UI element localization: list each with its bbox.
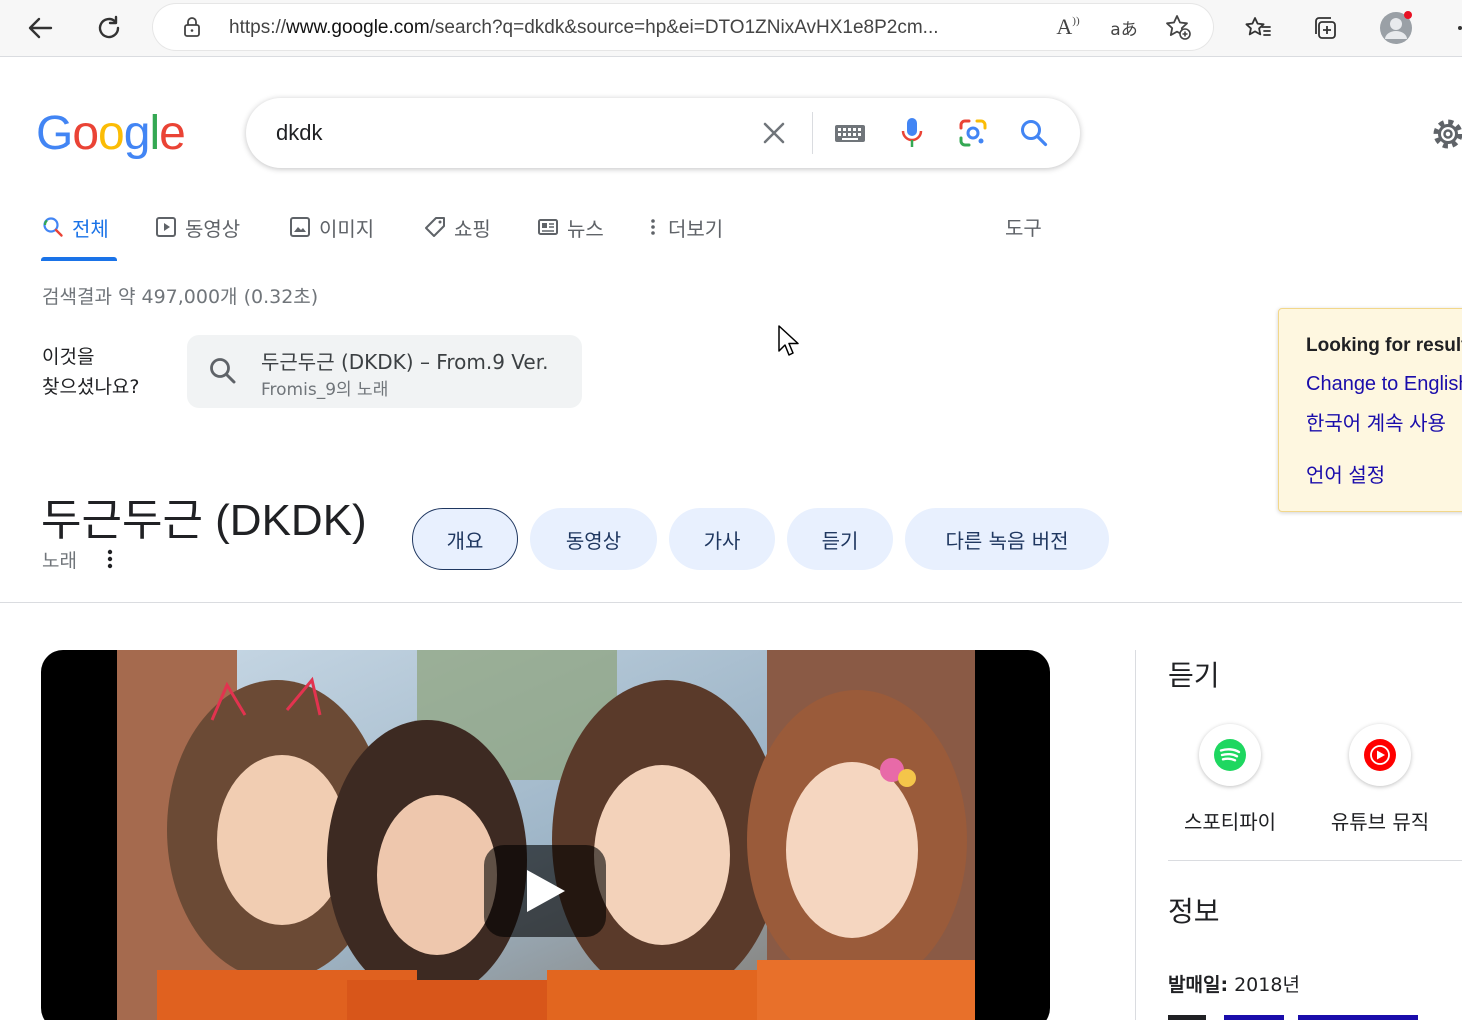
logo-letter: o — [98, 107, 125, 160]
section-divider — [0, 602, 1462, 603]
search-input[interactable] — [276, 116, 736, 150]
panel-divider — [1135, 650, 1136, 1020]
play-icon — [527, 870, 565, 912]
address-bar[interactable]: https://www.google.com/search?q=dkdk&sou… — [153, 4, 1213, 50]
keyboard-icon — [835, 125, 865, 142]
spotify-link[interactable]: 스포티파이 — [1155, 724, 1305, 835]
knowledge-subtitle: 노래 — [42, 550, 77, 572]
clipped-info-row — [1168, 1015, 1418, 1020]
tab-label: 전체 — [72, 216, 109, 241]
tab-label: 더보기 — [668, 216, 724, 241]
language-settings-link[interactable]: 언어 설정 — [1306, 459, 1385, 488]
collections-button[interactable] — [1307, 10, 1343, 46]
favorites-star-icon — [1245, 17, 1271, 36]
lock-icon[interactable] — [177, 13, 207, 41]
youtube-music-link[interactable]: 유튜브 뮤직 — [1305, 724, 1455, 835]
profile-button[interactable] — [1378, 10, 1414, 46]
logo-letter: o — [72, 107, 99, 160]
knowledge-title: 두근두근 (DKDK) — [41, 496, 367, 545]
gear-icon — [1433, 119, 1462, 149]
service-label: 스포티파이 — [1184, 810, 1276, 834]
tab-label: 뉴스 — [567, 216, 604, 241]
suggestion-title: 두근두근 (DKDK) – From.9 Ver. — [261, 350, 549, 374]
read-aloud-icon[interactable]: A)) — [1053, 13, 1083, 41]
logo-letter: l — [149, 107, 160, 160]
tab-label: 쇼핑 — [454, 216, 491, 241]
logo-letter: G — [36, 107, 73, 160]
release-date: 발매일: 2018년 — [1168, 974, 1300, 996]
add-favorite-icon[interactable] — [1163, 13, 1193, 41]
change-to-english-link[interactable]: Change to English — [1306, 373, 1462, 396]
result-stats: 검색결과 약 497,000개 (0.32초) — [42, 286, 319, 308]
active-tab-indicator — [41, 257, 117, 261]
panel-divider — [1168, 860, 1462, 861]
more-vert-icon — [651, 219, 655, 235]
info-heading: 정보 — [1168, 895, 1220, 928]
language-notice-title: Looking for results in English? — [1306, 335, 1462, 356]
logo-letter: e — [159, 107, 186, 160]
language-notice: Looking for results in English? Change t… — [1278, 308, 1462, 512]
close-icon — [763, 122, 785, 144]
tab-news[interactable]: 뉴스 — [537, 212, 604, 242]
mouse-cursor-icon — [778, 325, 799, 356]
collections-icon — [1315, 17, 1336, 39]
did-you-mean-label: 이것을 찾으셨나요? — [42, 346, 140, 398]
favorites-button[interactable] — [1240, 10, 1276, 46]
translate-icon[interactable]: aあ — [1106, 13, 1142, 41]
keyboard-button[interactable] — [830, 115, 870, 151]
search-icon — [210, 358, 236, 384]
search-box — [246, 98, 1080, 168]
tag-icon — [425, 217, 445, 237]
google-lens-icon — [959, 119, 987, 147]
did-you-mean-suggestion[interactable]: 두근두근 (DKDK) – From.9 Ver. Fromis_9의 노래 — [187, 335, 582, 408]
browser-toolbar: https://www.google.com/search?q=dkdk&sou… — [0, 0, 1462, 57]
service-label: 유튜브 뮤직 — [1330, 810, 1430, 834]
refresh-button[interactable] — [91, 10, 127, 46]
more-horizontal-icon — [1458, 26, 1462, 30]
youtube-music-icon — [1349, 724, 1411, 786]
knowledge-more-button[interactable] — [100, 546, 120, 572]
search-icon — [43, 217, 63, 237]
listen-heading: 듣기 — [1168, 659, 1220, 692]
tab-images[interactable]: 이미지 — [289, 212, 374, 242]
back-button[interactable] — [22, 10, 58, 46]
chip-other-versions[interactable]: 다른 녹음 버전 — [905, 508, 1109, 570]
suggestion-subtitle: Fromis_9의 노래 — [261, 380, 389, 400]
voice-search-button[interactable] — [892, 115, 932, 151]
play-button[interactable] — [484, 845, 606, 937]
spotify-icon — [1199, 724, 1261, 786]
logo-letter: g — [123, 107, 151, 160]
url-text: https://www.google.com/search?q=dkdk&sou… — [229, 17, 939, 38]
lens-search-button[interactable] — [953, 115, 993, 151]
play-square-icon — [156, 217, 176, 237]
back-arrow-icon — [28, 17, 53, 39]
chip-overview[interactable]: 개요 — [412, 508, 518, 570]
refresh-icon — [98, 15, 120, 39]
video-thumbnail — [117, 650, 975, 1020]
clear-search-button[interactable] — [754, 115, 794, 151]
settings-button[interactable] — [1430, 116, 1462, 152]
tools-button[interactable]: 도구 — [1005, 212, 1042, 241]
keep-korean-link[interactable]: 한국어 계속 사용 — [1306, 407, 1446, 436]
search-divider — [812, 112, 813, 154]
more-vert-icon — [107, 549, 113, 569]
tab-label: 동영상 — [185, 216, 241, 241]
image-icon — [290, 217, 310, 237]
video-player[interactable] — [41, 650, 1050, 1020]
search-submit-button[interactable] — [1014, 115, 1054, 151]
chip-lyrics[interactable]: 가사 — [669, 508, 775, 570]
tab-more[interactable]: 더보기 — [646, 212, 723, 242]
tab-videos[interactable]: 동영상 — [155, 212, 240, 242]
chip-listen[interactable]: 듣기 — [787, 508, 893, 570]
tab-all[interactable]: 전체 — [42, 212, 109, 242]
google-logo[interactable]: Google — [36, 106, 186, 161]
news-icon — [538, 219, 558, 235]
microphone-icon — [901, 118, 923, 147]
tab-label: 이미지 — [319, 216, 375, 241]
browser-menu-button[interactable] — [1446, 10, 1462, 46]
search-icon — [1021, 120, 1048, 147]
tab-shopping[interactable]: 쇼핑 — [424, 212, 491, 242]
chip-videos[interactable]: 동영상 — [530, 508, 657, 570]
avatar — [1380, 11, 1412, 44]
